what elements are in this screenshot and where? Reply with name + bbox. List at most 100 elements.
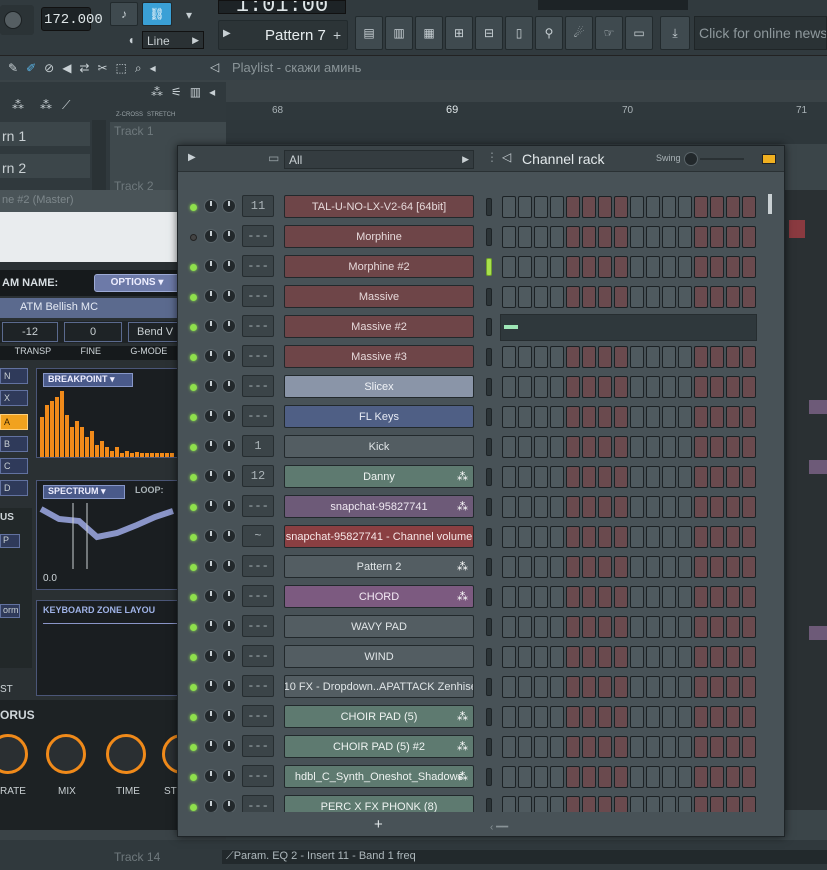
channel-mixer-route[interactable]: --- [242,495,274,517]
slip-icon[interactable]: ⇄ [79,60,89,76]
step-button[interactable] [582,706,596,728]
step-button[interactable] [502,556,516,578]
mixer-icon[interactable]: ⊟ [475,16,503,50]
download-icon[interactable]: ⤓ [660,16,690,50]
step-button[interactable] [726,406,740,428]
step-button[interactable] [742,676,756,698]
step-button[interactable] [502,586,516,608]
step-button[interactable] [710,526,724,548]
step-button[interactable] [630,646,644,668]
channel-mute-led[interactable] [190,414,197,421]
step-button[interactable] [582,556,596,578]
channel-mute-led[interactable] [190,504,197,511]
step-button[interactable] [710,376,724,398]
step-button[interactable] [566,766,580,788]
step-button[interactable] [518,226,532,248]
step-button[interactable] [598,526,612,548]
channel-select-indicator[interactable] [486,438,492,456]
mixer-slot[interactable] [809,626,827,640]
step-button[interactable] [694,376,708,398]
step-button[interactable] [566,736,580,758]
drag-handle-icon[interactable]: ⋮ [486,150,498,164]
channel-volume-knob[interactable] [222,559,236,573]
channel-pan-knob[interactable] [204,499,218,513]
step-button[interactable] [694,466,708,488]
step-button[interactable] [662,496,676,518]
side-button-active[interactable]: A [0,414,28,430]
step-button[interactable] [582,226,596,248]
transp-field[interactable]: -12 [2,322,58,342]
playlist-track-row[interactable] [226,120,827,144]
channel-select-indicator[interactable] [486,708,492,726]
swing-slider[interactable] [700,158,744,160]
step-button[interactable] [550,196,564,218]
step-button[interactable] [726,616,740,638]
channel-pan-knob[interactable] [204,589,218,603]
step-button[interactable] [566,556,580,578]
step-button[interactable] [742,736,756,758]
step-button[interactable] [726,376,740,398]
step-button[interactable] [598,496,612,518]
step-button[interactable] [726,226,740,248]
rack-menu-arrow-icon[interactable]: ▶ [188,152,196,163]
channel-select-indicator[interactable] [486,528,492,546]
step-button[interactable] [742,586,756,608]
step-button[interactable] [566,496,580,518]
step-button[interactable] [598,706,612,728]
step-button[interactable] [630,496,644,518]
step-button[interactable] [502,466,516,488]
channel-name-button[interactable]: Pattern 2 ⁂ [284,555,474,578]
step-button[interactable] [534,376,548,398]
track-label[interactable]: Track 14 [114,850,160,864]
step-button[interactable] [614,436,628,458]
step-button[interactable] [662,556,676,578]
tempo-nudge[interactable] [92,8,100,30]
step-button[interactable] [742,376,756,398]
step-button[interactable] [630,796,644,812]
step-button[interactable] [646,586,660,608]
wave-icon[interactable]: ⁂ [151,85,163,99]
channel-volume-knob[interactable] [222,229,236,243]
step-button[interactable] [742,256,756,278]
step-button[interactable] [502,226,516,248]
step-button[interactable] [614,496,628,518]
step-button[interactable] [614,676,628,698]
playlist-icon[interactable]: ▤ [355,16,383,50]
select-icon[interactable]: ⬚ [116,60,127,76]
piano-roll-icon[interactable]: ▥ [385,16,413,50]
channel-select-indicator[interactable] [486,198,492,216]
step-button[interactable] [518,556,532,578]
paint-icon[interactable]: ✐ [26,60,36,76]
step-button[interactable] [630,676,644,698]
step-button[interactable] [614,556,628,578]
channel-volume-knob[interactable] [222,199,236,213]
step-button[interactable] [582,256,596,278]
step-button[interactable] [550,586,564,608]
step-button[interactable] [566,676,580,698]
step-button[interactable] [566,226,580,248]
step-button[interactable] [646,676,660,698]
pattern-scrollbar[interactable] [92,120,106,190]
channel-mixer-route[interactable]: 1 [242,435,274,457]
step-button[interactable] [534,286,548,308]
step-button[interactable] [678,736,692,758]
step-button[interactable] [518,256,532,278]
channel-pan-knob[interactable] [204,769,218,783]
step-button[interactable] [614,196,628,218]
channel-mute-led[interactable] [190,204,197,211]
tempo-display[interactable]: 172.000 [41,7,103,31]
pattern-item[interactable]: rn 1 [0,122,90,146]
step-button[interactable] [566,586,580,608]
step-button[interactable] [630,616,644,638]
step-button[interactable] [646,226,660,248]
touch-icon[interactable]: ☞ [595,16,623,50]
channel-name-button[interactable]: FL Keys [284,405,474,428]
step-button[interactable] [550,436,564,458]
channel-select-indicator[interactable] [486,768,492,786]
channel-name-button[interactable]: WIND [284,645,474,668]
step-button[interactable] [662,736,676,758]
channel-name-button[interactable]: Massive [284,285,474,308]
step-button[interactable] [614,346,628,368]
step-button[interactable] [646,436,660,458]
step-button[interactable] [694,496,708,518]
